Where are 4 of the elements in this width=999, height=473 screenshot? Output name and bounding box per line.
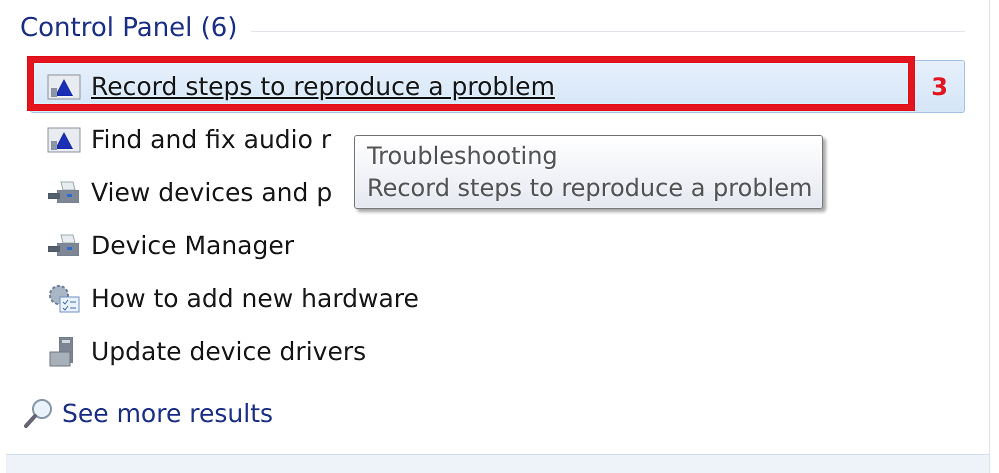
tooltip-text: Record steps to reproduce a problem <box>367 174 812 202</box>
group-heading: Control Panel (6) <box>20 13 238 43</box>
step-number: 3 <box>931 72 948 100</box>
tooltip-title: Troubleshooting <box>367 142 559 170</box>
